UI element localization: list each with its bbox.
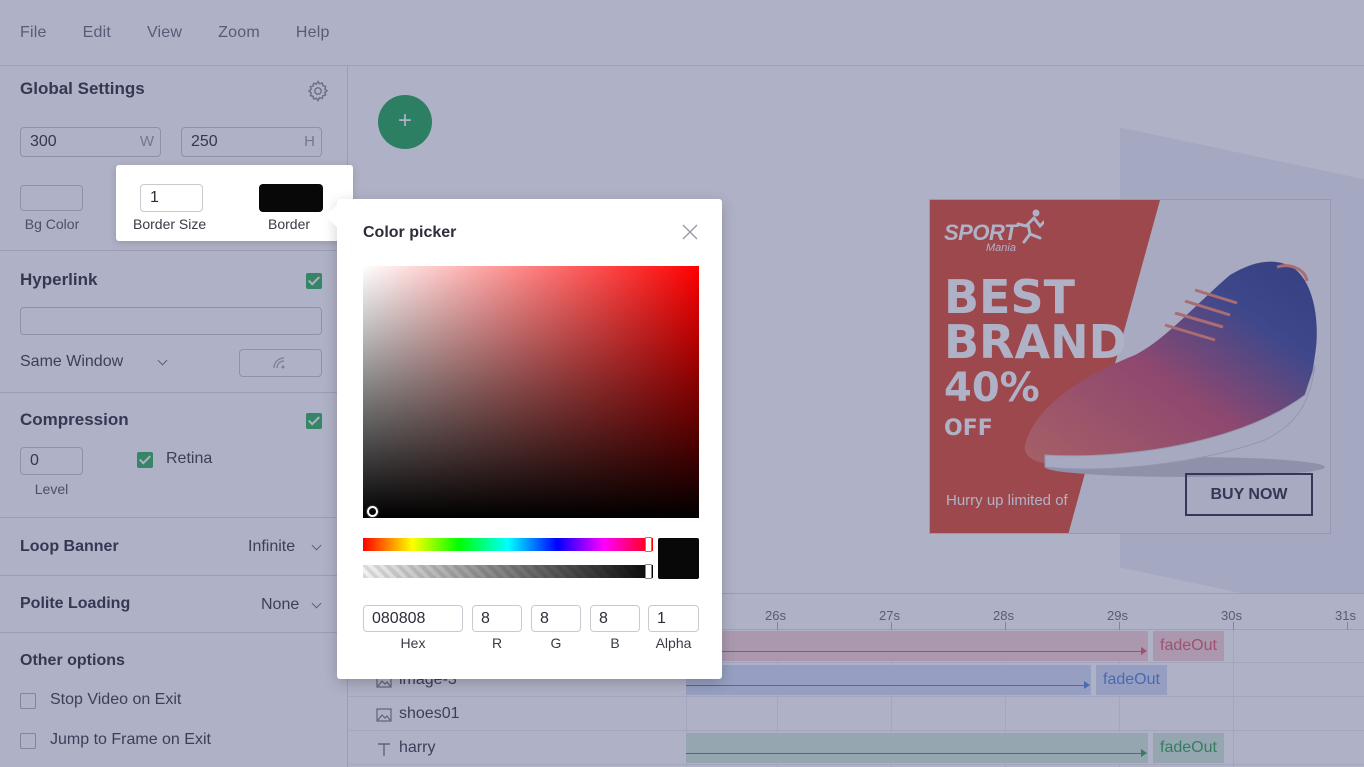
alpha-input[interactable]: 1 xyxy=(648,605,699,632)
close-icon[interactable] xyxy=(680,222,700,242)
red-input[interactable]: 8 xyxy=(472,605,522,632)
alpha-label: Alpha xyxy=(655,635,692,651)
hex-label: Hex xyxy=(400,635,426,651)
blue-input[interactable]: 8 xyxy=(590,605,640,632)
hue-slider[interactable] xyxy=(363,537,653,552)
saturation-value-area[interactable] xyxy=(363,266,699,518)
hue-handle[interactable] xyxy=(645,537,652,552)
border-size-label: Border Size xyxy=(133,216,207,232)
border-color-label: Border xyxy=(268,216,311,232)
border-size-input[interactable]: 1 xyxy=(140,184,203,212)
red-label: R xyxy=(491,635,503,651)
hex-input[interactable]: 080808 xyxy=(363,605,463,632)
border-settings-popup: 1 Border Size Border xyxy=(116,165,353,241)
color-preview-swatch xyxy=(658,538,699,579)
alpha-handle[interactable] xyxy=(645,564,652,579)
blue-label: B xyxy=(610,635,620,651)
sv-handle[interactable] xyxy=(367,506,378,517)
color-picker-title: Color picker xyxy=(363,224,457,241)
green-label: G xyxy=(550,635,562,651)
green-input[interactable]: 8 xyxy=(531,605,581,632)
color-picker-dialog: Color picker 080808 8 8 8 1 Hex R G B Al… xyxy=(325,199,722,679)
alpha-slider[interactable] xyxy=(363,564,653,579)
border-color-swatch[interactable] xyxy=(259,184,323,212)
